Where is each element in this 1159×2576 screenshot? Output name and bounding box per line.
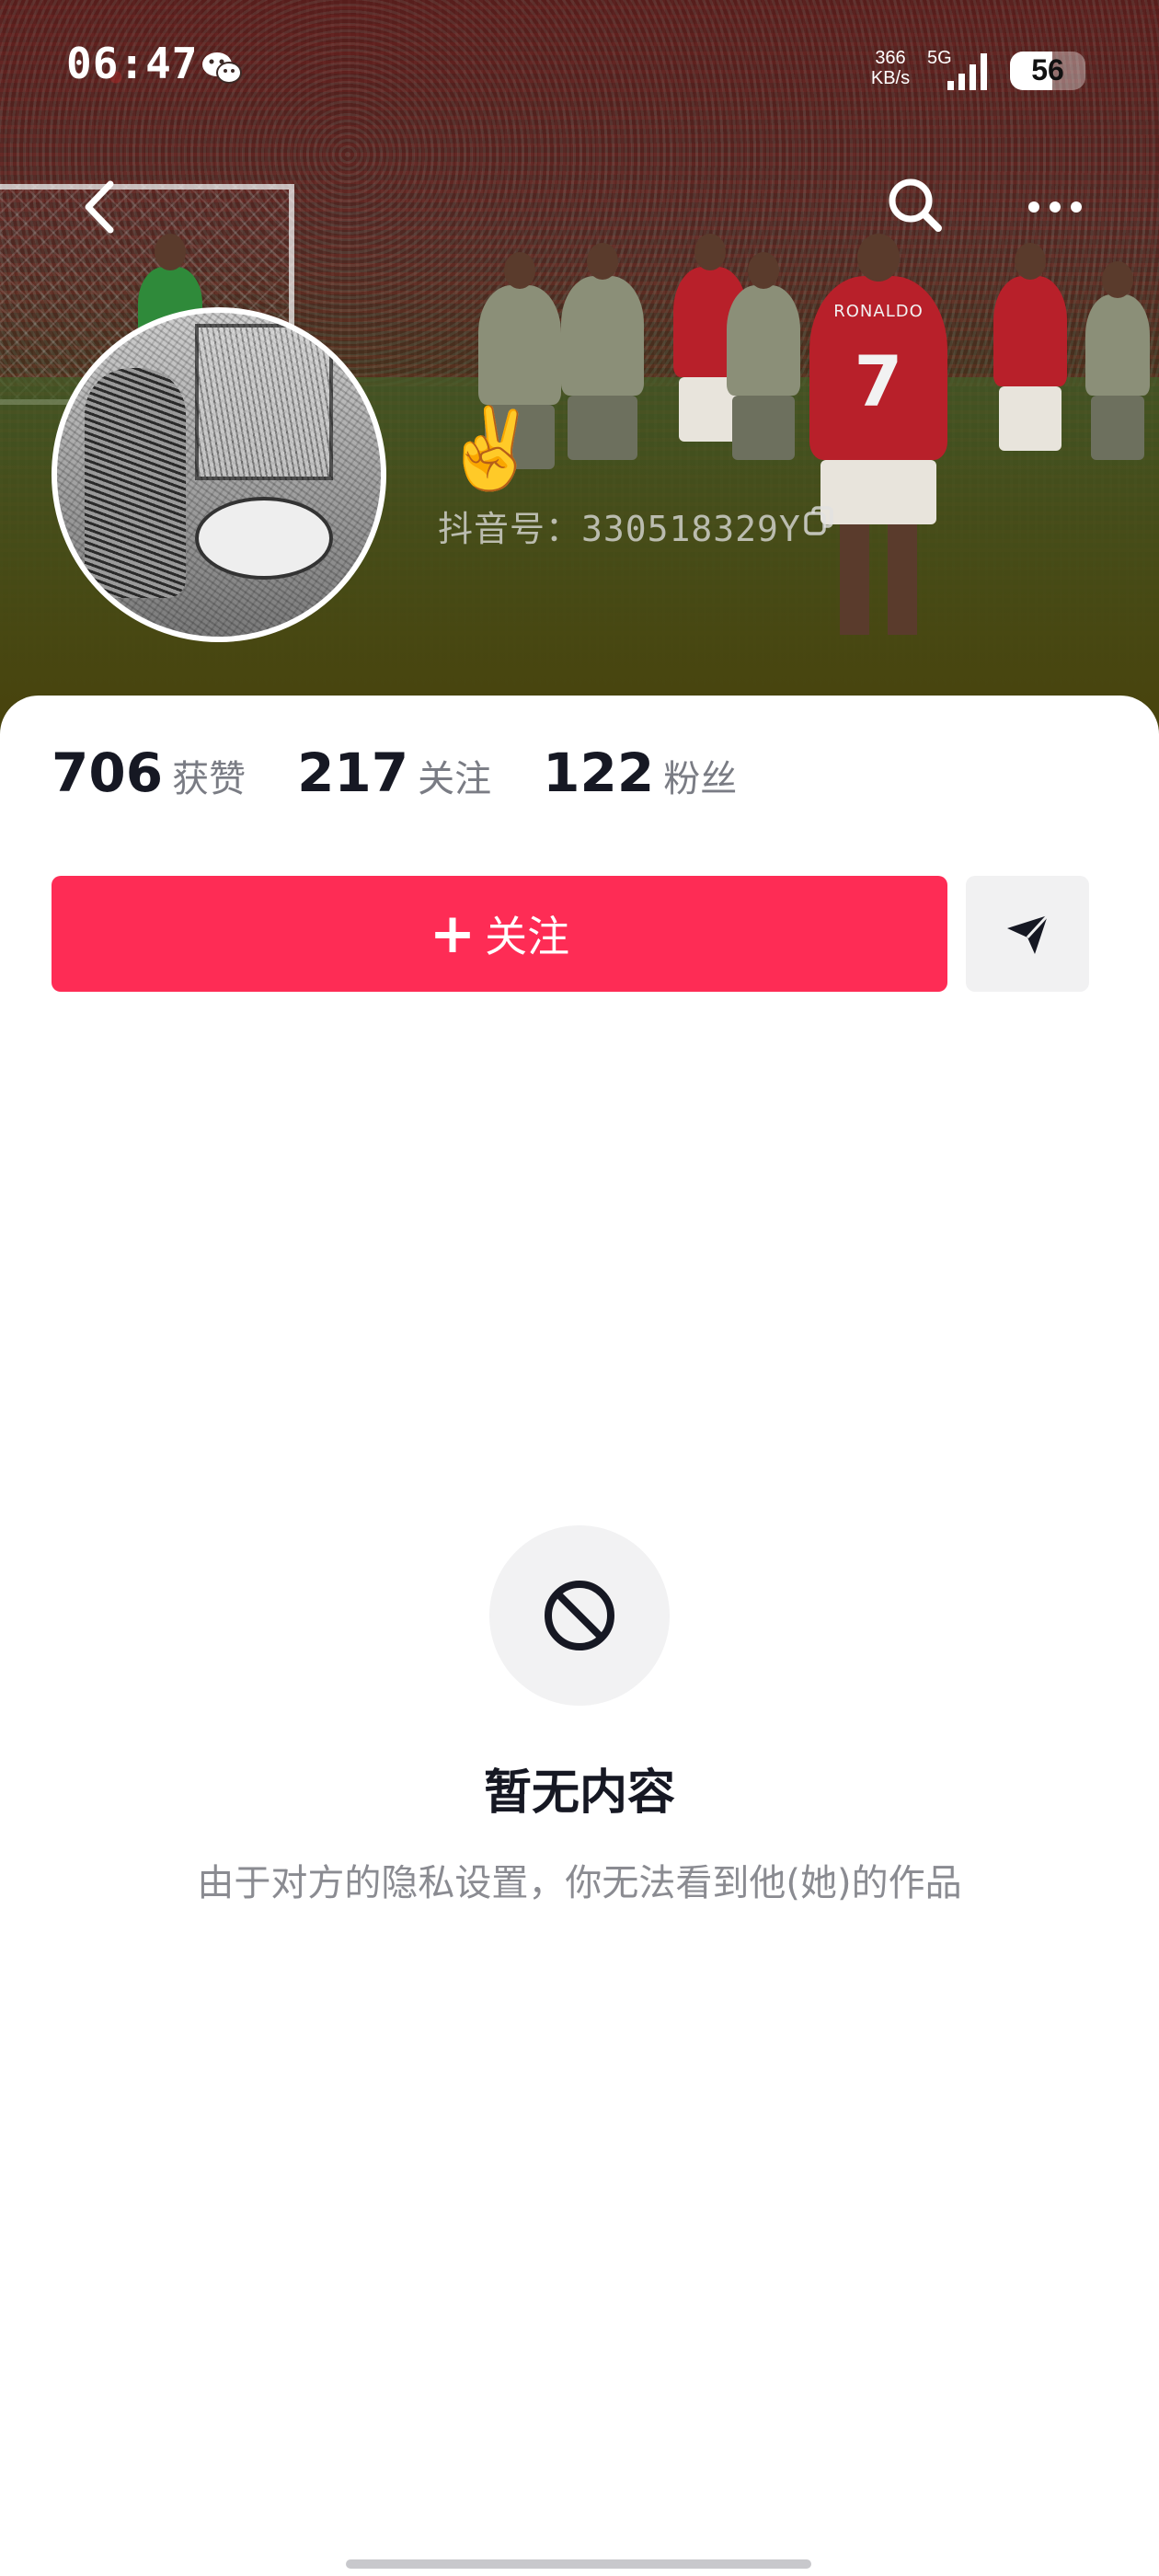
stat-label: 获赞 [172,758,247,800]
follow-button[interactable]: + 关注 [52,876,947,992]
profile-sheet: 706 获赞 217 关注 122 粉丝 + 关注 暂无内容 由于对方的隐私设置… [0,696,1159,2576]
douyin-id: 抖音号：330518329Y [438,509,801,549]
search-icon[interactable] [883,173,947,237]
stat-followers[interactable]: 122 粉丝 [543,742,737,804]
stat-value: 122 [543,742,655,804]
battery-icon: 56 [1010,52,1085,90]
player-figure [478,252,561,469]
signal-icon [947,53,987,90]
avatar[interactable] [52,307,386,642]
status-time: 06:47 [66,39,199,88]
jersey-name: RONALDO [833,302,924,321]
stat-following[interactable]: 217 关注 [297,742,491,804]
stat-label: 关注 [418,758,492,800]
network-speed: 366 KB/s [870,48,911,88]
empty-state-icon-wrap [489,1525,670,1706]
follow-label: 关注 [485,912,570,961]
empty-state-title: 暂无内容 [483,1765,675,1821]
send-message-button[interactable] [966,876,1089,992]
player-figure [727,252,800,460]
player-figure [561,243,644,460]
stat-value: 706 [52,742,164,804]
stat-likes[interactable]: 706 获赞 [52,742,246,804]
wechat-icon [202,52,242,84]
stat-label: 粉丝 [663,758,738,800]
prohibited-icon [545,1581,614,1650]
player-figure [1085,261,1150,460]
jersey-number: 7 [854,340,903,422]
stats-row: 706 获赞 217 关注 122 粉丝 [52,742,788,815]
back-arrow-icon[interactable] [74,175,129,239]
more-icon[interactable] [1023,184,1087,230]
paper-plane-icon [1007,914,1050,954]
player-figure [993,243,1067,451]
nickname: ✌️ [442,403,541,495]
stat-value: 217 [297,742,409,804]
home-indicator[interactable] [346,2559,811,2569]
battery-level: 56 [1031,53,1064,86]
ronaldo-figure: RONALDO 7 [809,234,947,635]
empty-state-description: 由于对方的隐私设置，你无法看到他(她)的作品 [197,1862,962,1904]
plus-icon: + [429,902,476,966]
copy-icon[interactable] [802,504,835,537]
